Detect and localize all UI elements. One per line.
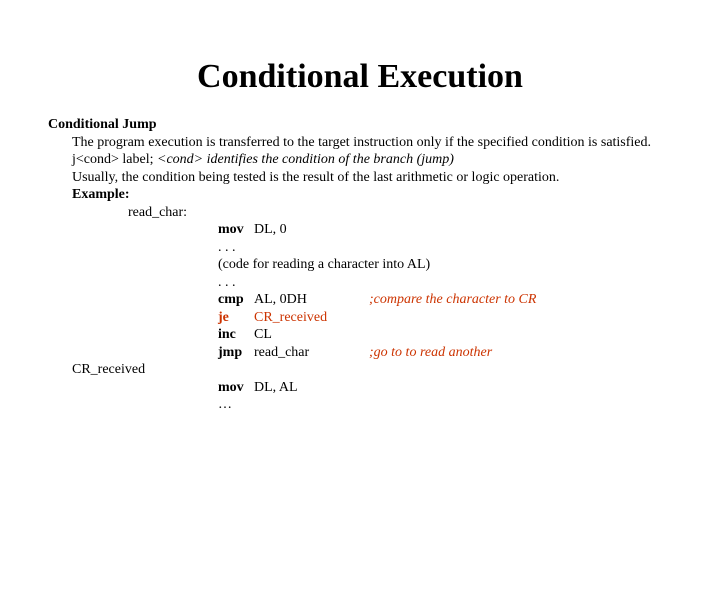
args: AL, 0DH bbox=[254, 291, 369, 309]
opcode: mov bbox=[218, 379, 254, 397]
code-line: incCL bbox=[218, 326, 680, 344]
opcode: inc bbox=[218, 326, 254, 344]
body-text: The program execution is transferred to … bbox=[72, 134, 680, 152]
args: CL bbox=[254, 327, 272, 342]
opcode: mov bbox=[218, 221, 254, 239]
args: CR_received bbox=[254, 310, 327, 325]
code-line: jmpread_char;go to to read another bbox=[218, 344, 680, 362]
jcond-prefix: j<cond> label; bbox=[72, 152, 157, 167]
usually-line: Usually, the condition being tested is t… bbox=[72, 169, 680, 187]
slide-title: Conditional Execution bbox=[0, 58, 720, 96]
code-line: cmpAL, 0DH;compare the character to CR bbox=[218, 291, 680, 309]
opcode: cmp bbox=[218, 291, 254, 309]
slide-body: Conditional Jump The program execution i… bbox=[48, 116, 680, 414]
args: DL, AL bbox=[254, 380, 298, 395]
jcond-desc: <cond> identifies the condition of the b… bbox=[157, 152, 454, 167]
comment: ;compare the character to CR bbox=[369, 292, 536, 307]
code-line: . . . bbox=[218, 274, 680, 292]
code-line: … bbox=[218, 396, 680, 414]
code-line: movDL, 0 bbox=[218, 221, 680, 239]
code-line: movDL, AL bbox=[218, 379, 680, 397]
label-read-char: read_char: bbox=[128, 204, 680, 222]
args: read_char bbox=[254, 344, 369, 362]
code-line-highlight: jeCR_received bbox=[218, 309, 680, 327]
code-line: (code for reading a character into AL) bbox=[218, 256, 680, 274]
slide: { "title": "Conditional Execution", "sub… bbox=[0, 58, 720, 598]
code-line: . . . bbox=[218, 239, 680, 257]
example-label: Example: bbox=[72, 186, 680, 204]
args: DL, 0 bbox=[254, 222, 287, 237]
comment: ;go to to read another bbox=[369, 345, 492, 360]
section-heading: Conditional Jump bbox=[48, 116, 680, 134]
jcond-line: j<cond> label; <cond> identifies the con… bbox=[72, 151, 680, 169]
label-cr-received: CR_received bbox=[72, 361, 680, 379]
opcode: jmp bbox=[218, 344, 254, 362]
opcode: je bbox=[218, 309, 254, 327]
